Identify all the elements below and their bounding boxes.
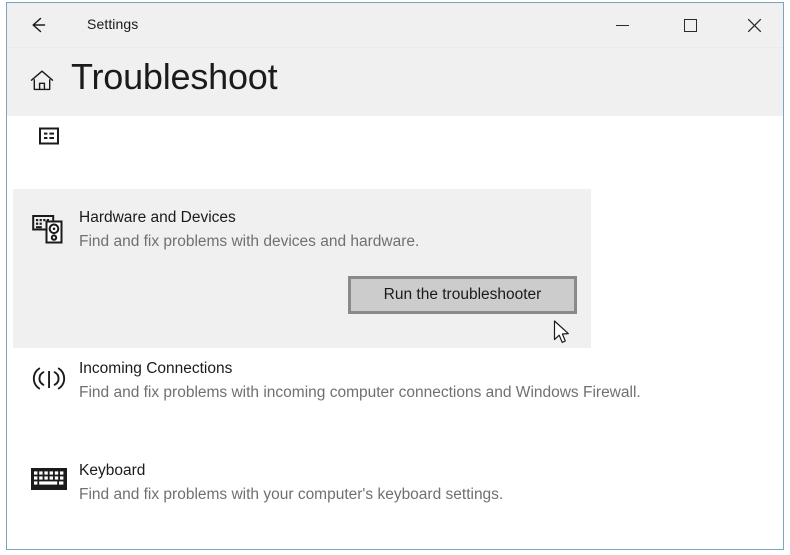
troubleshoot-list: Find and fix problems with connecting to… <box>7 116 783 549</box>
list-item-hardware-and-devices[interactable]: Hardware and Devices Find and fix proble… <box>13 189 591 348</box>
maximize-button[interactable] <box>667 3 713 47</box>
page-header: Troubleshoot <box>7 48 783 116</box>
list-item-description: Find and fix problems with connecting to… <box>79 116 759 120</box>
settings-window: Settings Troubleshoot Hardware and Devic… <box>6 2 784 550</box>
back-arrow-icon <box>27 14 49 36</box>
list-item-text: Keyboard Find and fix problems with your… <box>79 460 783 507</box>
close-icon <box>747 18 762 33</box>
maximize-icon <box>683 18 697 32</box>
list-item-description: Find and fix problems with devices and h… <box>79 233 420 250</box>
keyboard-icon <box>29 466 69 492</box>
back-button[interactable] <box>17 5 59 45</box>
list-item-incoming-connections[interactable]: Incoming Connections Find and fix proble… <box>7 358 783 450</box>
window-title: Settings <box>87 16 139 32</box>
list-item-title: Incoming Connections <box>79 360 233 377</box>
incoming-connections-icon <box>29 364 69 394</box>
list-item-keyboard[interactable]: Keyboard Find and fix problems with your… <box>7 460 783 549</box>
directaccess-icon <box>29 124 69 148</box>
list-item-directaccess[interactable]: Find and fix problems with connecting to… <box>7 116 783 188</box>
list-item-text: Hardware and Devices Find and fix proble… <box>79 189 591 254</box>
list-item-description: Find and fix problems with your computer… <box>79 486 504 503</box>
list-item-title: Keyboard <box>79 462 146 479</box>
list-item-title: Hardware and Devices <box>79 209 236 226</box>
home-icon[interactable] <box>29 68 55 99</box>
minimize-icon <box>615 25 629 26</box>
list-item-text: Find and fix problems with connecting to… <box>79 116 783 120</box>
hardware-and-devices-icon <box>29 213 69 245</box>
run-the-troubleshooter-button[interactable]: Run the troubleshooter <box>348 276 577 314</box>
page-title: Troubleshoot <box>71 56 278 97</box>
titlebar: Settings <box>7 3 783 48</box>
minimize-button[interactable] <box>599 3 645 47</box>
list-item-description: Find and fix problems with incoming comp… <box>79 384 641 401</box>
close-button[interactable] <box>731 3 777 47</box>
list-item-text: Incoming Connections Find and fix proble… <box>79 358 783 405</box>
